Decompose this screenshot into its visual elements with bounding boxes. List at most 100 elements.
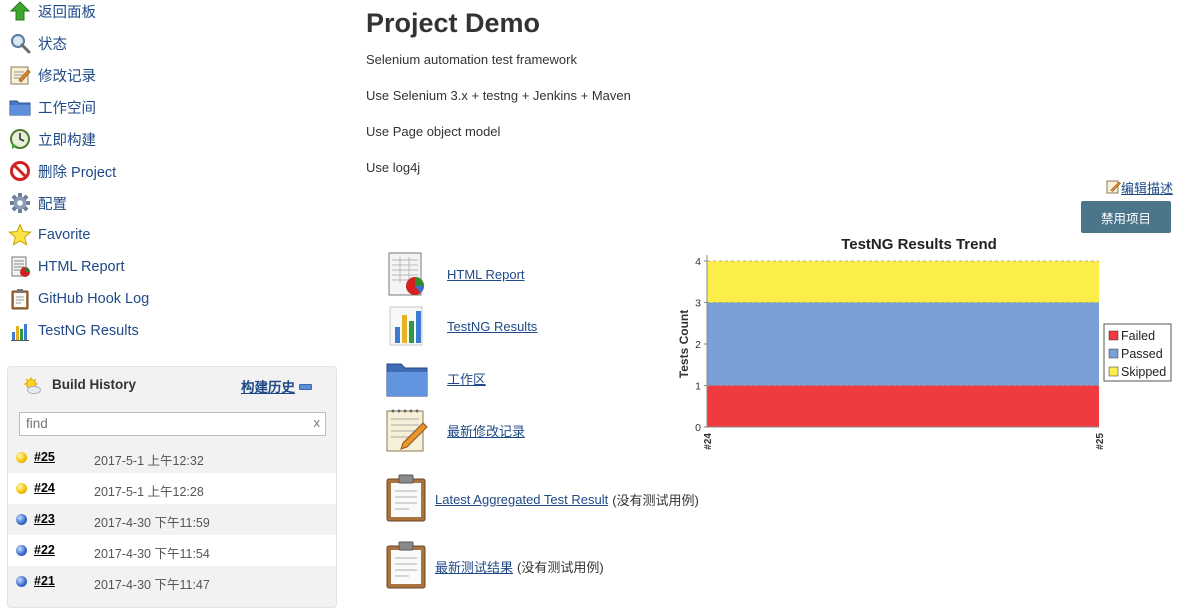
- link-label: TestNG Results: [447, 318, 538, 334]
- gear-icon: [8, 191, 32, 215]
- edit-icon: [1106, 179, 1121, 197]
- link-recent-changes[interactable]: 最新修改记录: [385, 407, 525, 453]
- sidebar-item-label: Favorite: [38, 227, 91, 243]
- build-date: 2017-4-30 下午11:47: [94, 578, 210, 592]
- disable-project-button[interactable]: 禁用项目: [1081, 201, 1171, 233]
- build-date: 2017-4-30 下午11:59: [94, 516, 210, 530]
- legend-label-skipped: Skipped: [1121, 365, 1166, 379]
- legend-swatch-passed: [1108, 348, 1119, 359]
- description-line: Use log4j: [366, 160, 421, 175]
- sidebar-item-label: TestNG Results: [38, 323, 139, 339]
- sidebar-item-back-to-dashboard[interactable]: 返回面板: [8, 0, 96, 25]
- sidebar-item-github-hook-log[interactable]: GitHub Hook Log: [8, 285, 149, 313]
- edit-description-link[interactable]: 编辑描述: [1106, 178, 1173, 197]
- weather-sunny-icon: [22, 376, 42, 401]
- clear-search-button[interactable]: x: [314, 415, 321, 430]
- y-tick-label: 2: [695, 339, 701, 351]
- series-area-failed: [707, 385, 1099, 427]
- build-row: #21 2017-4-30 下午11:47: [8, 566, 336, 597]
- clipboard-icon: [8, 287, 32, 311]
- edit-description-label: 编辑描述: [1121, 181, 1174, 196]
- testng-results-trend-chart[interactable]: TestNG Results Trend 0 1 2 3 4 Tests Count #24 #…: [672, 230, 1182, 460]
- build-number-link[interactable]: #24: [34, 481, 55, 495]
- html-report-icon: [385, 251, 429, 297]
- build-history-trend-link[interactable]: 构建历史: [241, 376, 295, 396]
- chart-svg: TestNG Results Trend 0 1 2 3 4 Tests Count #24 #…: [677, 236, 1172, 450]
- y-tick-label: 4: [695, 256, 701, 268]
- latest-aggregated-test-result-link[interactable]: Latest Aggregated Test Result: [435, 492, 608, 507]
- y-axis-label: Tests Count: [677, 310, 691, 378]
- sidebar-item-favorite[interactable]: Favorite: [8, 221, 90, 249]
- sidebar-item-label: HTML Report: [38, 259, 125, 275]
- x-tick-label: #25: [1095, 433, 1106, 450]
- build-status-yellow-icon: [16, 483, 27, 494]
- latest-test-result-row: 最新测试结果 (没有测试用例): [385, 541, 604, 592]
- page-title: Project Demo: [366, 8, 541, 38]
- sidebar-item-workspace[interactable]: 工作空间: [8, 93, 96, 121]
- build-date: 2017-5-1 上午12:32: [94, 454, 204, 468]
- notepad-icon: [8, 63, 32, 87]
- link-html-report[interactable]: HTML Report: [385, 251, 525, 297]
- build-row: #24 2017-5-1 上午12:28: [8, 473, 336, 504]
- clock-build-icon: [8, 127, 32, 151]
- sidebar-item-changes[interactable]: 修改记录: [8, 61, 96, 89]
- clipboard-icon: [385, 541, 429, 592]
- y-tick-label: 3: [695, 298, 701, 310]
- series-area-passed: [707, 302, 1099, 386]
- sidebar-item-testng-results[interactable]: TestNG Results: [8, 317, 139, 345]
- link-label: 最新修改记录: [447, 423, 526, 439]
- sidebar-item-label: 立即构建: [38, 132, 96, 149]
- build-status-blue-icon: [16, 545, 27, 556]
- link-testng-results[interactable]: TestNG Results: [385, 303, 537, 349]
- clipboard-icon: [385, 474, 429, 525]
- sidebar-item-html-report[interactable]: HTML Report: [8, 253, 124, 281]
- build-row: #23 2017-4-30 下午11:59: [8, 504, 336, 535]
- legend-label-failed: Failed: [1121, 329, 1155, 343]
- description-line: Selenium automation test framework: [366, 52, 577, 67]
- bar-chart-icon: [385, 303, 429, 349]
- build-history-panel: Build History 构建历史 x #25 2017-5-1 上午12:3…: [7, 366, 337, 608]
- build-date: 2017-4-30 下午11:54: [94, 547, 210, 561]
- y-tick-label: 1: [695, 381, 701, 393]
- sidebar-item-label: 返回面板: [38, 4, 96, 21]
- build-search-box: x: [19, 412, 326, 436]
- y-tick-label: 0: [695, 422, 701, 434]
- build-number-link[interactable]: #23: [34, 512, 55, 526]
- search-icon: [8, 31, 32, 55]
- link-label: HTML Report: [447, 266, 525, 282]
- sidebar-item-delete-project[interactable]: 删除 Project: [8, 157, 116, 185]
- build-number-link[interactable]: #22: [34, 543, 55, 557]
- sidebar-item-label: 修改记录: [38, 68, 96, 85]
- x-tick-label: #24: [703, 433, 714, 450]
- chart-title: TestNG Results Trend: [841, 236, 997, 253]
- build-number-link[interactable]: #25: [34, 450, 55, 464]
- sidebar-item-label: 工作空间: [38, 100, 96, 117]
- sidebar-item-label: 状态: [38, 36, 67, 53]
- latest-test-result-link[interactable]: 最新测试结果: [435, 557, 513, 576]
- sidebar-item-status[interactable]: 状态: [8, 29, 67, 57]
- legend-swatch-skipped: [1108, 366, 1119, 377]
- build-row: #25 2017-5-1 上午12:32: [8, 442, 336, 473]
- no-entry-icon: [8, 159, 32, 183]
- collapse-icon[interactable]: [299, 384, 312, 390]
- build-history-title: Build History: [52, 377, 137, 392]
- build-search-input[interactable]: [20, 413, 312, 433]
- sidebar-item-build-now[interactable]: 立即构建: [8, 125, 96, 153]
- no-test-case-note: (没有测试用例): [517, 560, 604, 575]
- link-workspace[interactable]: 工作区: [385, 355, 486, 401]
- bar-chart-icon: [8, 319, 32, 343]
- legend-swatch-failed: [1108, 330, 1119, 341]
- build-number-link[interactable]: #21: [34, 574, 55, 588]
- up-arrow-icon: [8, 0, 32, 23]
- folder-icon: [8, 95, 32, 119]
- latest-aggregated-test-result-row: Latest Aggregated Test Result (没有测试用例): [385, 474, 699, 525]
- sidebar-item-configure[interactable]: 配置: [8, 189, 67, 217]
- sidebar-item-label: 配置: [38, 196, 67, 213]
- series-area-skipped: [707, 261, 1099, 303]
- build-status-blue-icon: [16, 576, 27, 587]
- build-history-header: Build History 构建历史: [8, 367, 336, 403]
- build-date: 2017-5-1 上午12:28: [94, 485, 204, 499]
- link-label: 工作区: [447, 371, 487, 387]
- build-status-yellow-icon: [16, 452, 27, 463]
- folder-icon: [385, 355, 429, 401]
